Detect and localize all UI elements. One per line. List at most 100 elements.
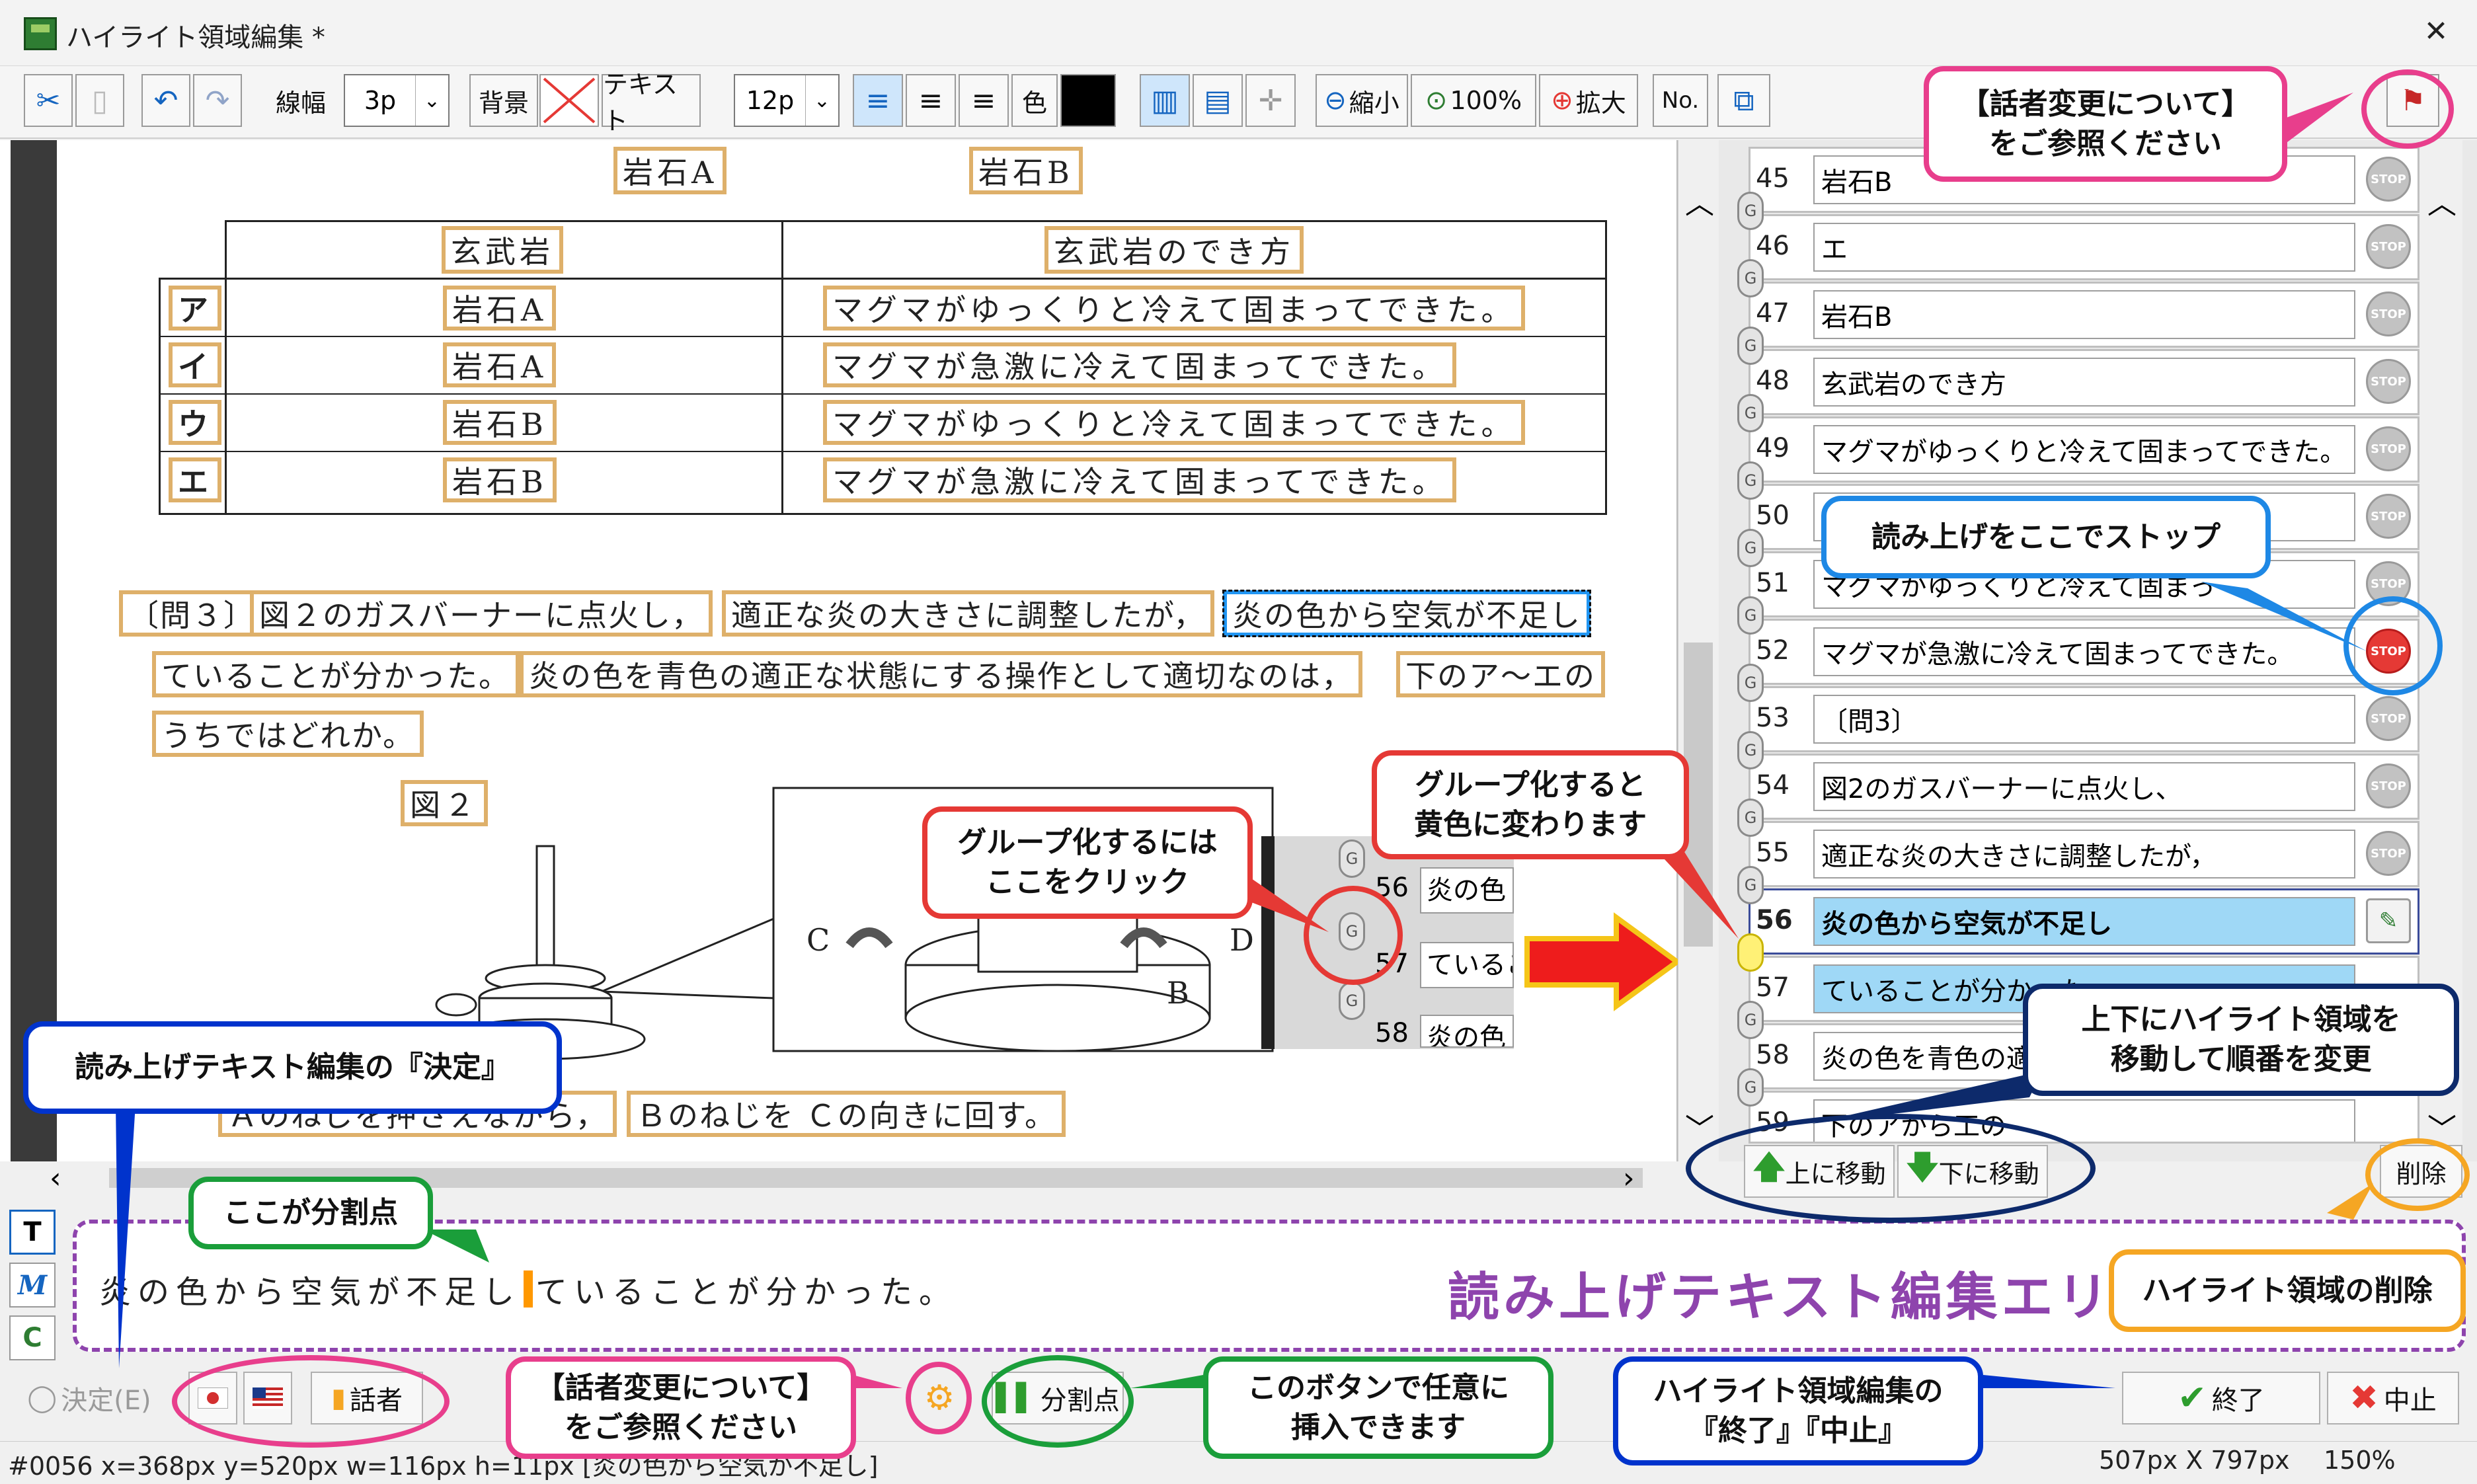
stop-icon[interactable]: STOP xyxy=(2366,426,2411,471)
list-item[interactable]: 48 玄武岩のでき方 STOP xyxy=(1749,349,2419,415)
list-item[interactable]: 49 マグマがゆっくりと冷えて固まってできた。 STOP xyxy=(1749,416,2419,483)
highlight-question-seg[interactable]: 図２のガスバーナーに点火し， xyxy=(250,590,713,637)
font-size-select[interactable]: 12p ⌄ xyxy=(734,74,840,127)
group-tab[interactable]: G xyxy=(1737,327,1764,365)
line-width-select[interactable]: 3p ⌄ xyxy=(344,74,450,127)
document-vertical-scrollbar[interactable]: ︿ ﹀ xyxy=(1678,140,1717,1161)
stop-icon[interactable]: STOP xyxy=(2366,359,2411,404)
screen-button[interactable]: ⧉ xyxy=(1717,74,1770,127)
list-item[interactable]: 46 エ STOP xyxy=(1749,214,2419,280)
zoom-in-button[interactable]: ⊕ 拡大 xyxy=(1539,74,1638,127)
highlight-row-label[interactable]: ア xyxy=(169,286,221,331)
mode-m-button[interactable]: M xyxy=(9,1263,56,1308)
highlight-row-rock[interactable]: 岩石B xyxy=(443,457,557,502)
highlight-row-label[interactable]: エ xyxy=(169,457,221,502)
close-button[interactable]: ✕ xyxy=(2413,12,2459,52)
scroll-up-icon[interactable]: ︿ xyxy=(2427,180,2457,222)
align-center-button[interactable]: ≡ xyxy=(906,74,956,127)
align-right-button[interactable]: ≡ xyxy=(959,74,1009,127)
item-text[interactable]: 玄武岩のでき方 xyxy=(1813,358,2355,407)
group-tab[interactable]: G xyxy=(1737,731,1764,769)
stop-icon[interactable]: STOP xyxy=(2366,696,2411,741)
group-tab[interactable]: G xyxy=(1737,1068,1764,1107)
list-item[interactable]: 54 図2のガスバーナーに点火し、 STOP xyxy=(1749,754,2419,820)
mode-c-button[interactable]: C xyxy=(9,1315,56,1360)
list-item[interactable]: 53 〔問3〕 STOP xyxy=(1749,686,2419,752)
group-tab[interactable]: G xyxy=(1339,982,1365,1020)
group-tab[interactable]: G xyxy=(1737,866,1764,904)
split-point-marker[interactable] xyxy=(524,1270,533,1308)
paste-button[interactable]: ▯ xyxy=(75,74,124,127)
scroll-down-icon[interactable]: ﹀ xyxy=(1685,1105,1714,1148)
list-item-selected[interactable]: 56 炎の色から空気が不足し ✎ xyxy=(1749,888,2419,955)
group-tab[interactable]: G xyxy=(1737,394,1764,432)
horizontal-layout-button[interactable]: ▤ xyxy=(1193,74,1243,127)
scroll-left-icon[interactable]: ‹ xyxy=(50,1161,61,1195)
scroll-up-icon[interactable]: ︿ xyxy=(1685,180,1714,222)
text-toggle-button[interactable]: テキスト xyxy=(602,70,701,136)
item-text[interactable]: マグマがゆっくりと冷えて固まってできた。 xyxy=(1813,425,2355,474)
item-text[interactable]: エ xyxy=(1813,223,2355,272)
highlight-row-desc[interactable]: マグマが急激に冷えて固まってできた。 xyxy=(823,457,1456,502)
group-tab[interactable]: G xyxy=(1737,1001,1764,1039)
stop-icon[interactable]: STOP xyxy=(2366,224,2411,269)
highlight-row-rock[interactable]: 岩石B xyxy=(443,400,557,445)
highlight-question-seg[interactable]: 適正な炎の大きさに調整したが， xyxy=(722,590,1215,637)
highlight-rock-b-header[interactable]: 岩石B xyxy=(969,147,1083,194)
highlight-formation-header[interactable]: 玄武岩のでき方 xyxy=(1044,226,1304,274)
highlight-question-seg[interactable]: うちではどれか。 xyxy=(152,711,424,757)
highlight-question-seg[interactable]: ていることが分かった。 xyxy=(152,651,520,697)
tts-text[interactable]: 炎の色から空気が不足し ていることが分かった。 xyxy=(99,1266,957,1312)
grid-button[interactable]: ✛ xyxy=(1245,74,1296,127)
highlight-row-label[interactable]: ウ xyxy=(169,400,221,445)
finish-button[interactable]: ✔ 終了 xyxy=(2122,1372,2320,1425)
highlight-question-seg[interactable]: 下のア～エの xyxy=(1396,651,1605,697)
group-tab-active[interactable] xyxy=(1737,933,1764,972)
group-tab[interactable]: G xyxy=(1737,259,1764,297)
stop-icon[interactable]: STOP xyxy=(2366,831,2411,876)
highlight-row-rock[interactable]: 岩石A xyxy=(443,342,557,387)
stop-icon[interactable]: STOP xyxy=(2366,494,2411,539)
group-tab[interactable]: G xyxy=(1737,529,1764,567)
highlight-question-seg[interactable]: 炎の色を青色の適正な状態にする操作として適切なのは， xyxy=(520,651,1363,697)
group-tab[interactable]: G xyxy=(1737,596,1764,635)
zoom-out-button[interactable]: ⊖ 縮小 xyxy=(1316,74,1408,127)
highlight-row-rock[interactable]: 岩石A xyxy=(443,286,557,331)
list-item[interactable]: 55 適正な炎の大きさに調整したが， STOP xyxy=(1749,821,2419,887)
item-text[interactable]: 図2のガスバーナーに点火し、 xyxy=(1813,762,2355,811)
item-text[interactable]: 〔問3〕 xyxy=(1813,695,2355,744)
cancel-button[interactable]: ✖ 中止 xyxy=(2327,1372,2459,1425)
highlight-answer-seg[interactable]: Ｂのねじを Ｃの向きに回す。 xyxy=(627,1091,1066,1137)
highlight-row-label[interactable]: イ xyxy=(169,342,221,387)
number-button[interactable]: No. xyxy=(1653,74,1708,127)
vertical-layout-button[interactable]: ▥ xyxy=(1140,74,1190,127)
redo-button[interactable]: ↷ xyxy=(193,74,242,127)
highlight-question-tag[interactable]: 〔問３〕 xyxy=(119,590,264,637)
group-tab[interactable]: G xyxy=(1737,461,1764,500)
highlight-rock-a-header[interactable]: 岩石A xyxy=(613,147,727,194)
align-left-button[interactable]: ≡ xyxy=(853,74,903,127)
highlight-row-desc[interactable]: マグマがゆっくりと冷えて固まってできた。 xyxy=(823,400,1525,445)
list-item[interactable]: 47 岩石B STOP xyxy=(1749,282,2419,348)
group-tab[interactable]: G xyxy=(1339,840,1365,878)
highlight-basalt-header[interactable]: 玄武岩 xyxy=(442,226,563,274)
item-text[interactable]: 岩石B xyxy=(1813,290,2355,339)
stop-icon[interactable]: STOP xyxy=(2366,157,2411,202)
highlight-row-desc[interactable]: マグマがゆっくりと冷えて固まってできた。 xyxy=(823,286,1525,331)
undo-button[interactable]: ↶ xyxy=(141,74,190,127)
cut-button[interactable]: ✂ xyxy=(24,74,73,127)
background-color-button[interactable] xyxy=(539,74,599,127)
item-text[interactable]: 適正な炎の大きさに調整したが， xyxy=(1813,830,2355,879)
group-tab[interactable]: G xyxy=(1737,664,1764,702)
mode-t-button[interactable]: T xyxy=(9,1210,56,1255)
decide-button[interactable]: ◯ 決定(E) xyxy=(20,1372,159,1425)
group-tab[interactable]: G xyxy=(1737,192,1764,230)
item-text[interactable]: 炎の色から空気が不足し xyxy=(1813,897,2355,946)
item-text[interactable]: マグマが急激に冷えて固まってできた。 xyxy=(1813,627,2355,676)
scroll-right-icon[interactable]: › xyxy=(1623,1161,1635,1195)
group-tab[interactable]: G xyxy=(1737,799,1764,837)
stop-icon[interactable]: STOP xyxy=(2366,292,2411,336)
text-color-swatch[interactable] xyxy=(1060,74,1116,127)
zoom-100-button[interactable]: ⊙ 100% xyxy=(1411,74,1536,127)
edit-icon[interactable]: ✎ xyxy=(2366,898,2411,943)
